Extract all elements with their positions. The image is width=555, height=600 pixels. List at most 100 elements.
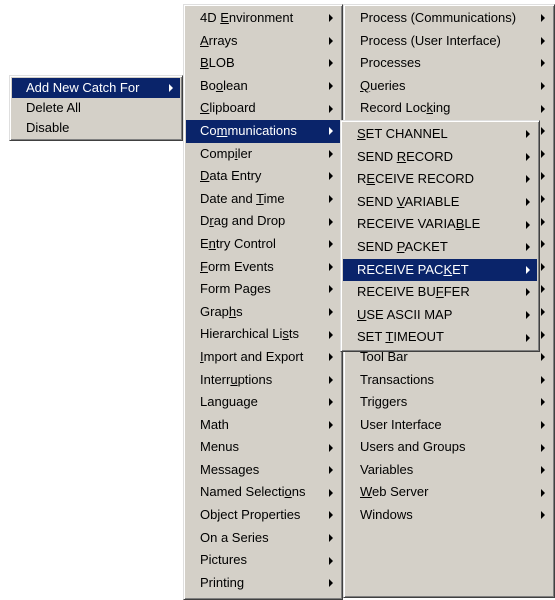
- submenu-arrow-icon: [329, 443, 333, 452]
- menu-item-label: ET CHANNEL: [365, 126, 448, 141]
- menu-item-record-locking[interactable]: Record Locking: [346, 97, 552, 120]
- menu-item-boolean[interactable]: Boolean: [186, 75, 340, 98]
- menu-item-delete-all[interactable]: Delete All: [12, 98, 180, 118]
- menu-item-mnemonic: Q: [360, 77, 371, 93]
- menu-item-label: ag and Drop: [213, 213, 286, 229]
- menu-item-label: lipboard: [209, 100, 256, 116]
- submenu-arrow-icon: [329, 353, 333, 362]
- menu-item-label: try Control: [215, 235, 276, 251]
- submenu-arrow-icon: [541, 375, 545, 384]
- menu-item-label: ptions: [237, 371, 273, 387]
- submenu-arrow-icon: [541, 14, 545, 23]
- menu-item-label: Variables: [360, 461, 414, 477]
- menu-item-label: ECORD: [406, 148, 454, 164]
- menu-item-label: Bo: [200, 77, 216, 93]
- submenu-arrow-icon: [541, 488, 545, 497]
- menu-item-label: munications: [227, 122, 297, 138]
- menu-item-menus[interactable]: Menus: [186, 436, 340, 459]
- menu-item-users-and-groups[interactable]: Users and Groups: [346, 436, 552, 459]
- menu-item-processes[interactable]: Processes: [346, 52, 552, 75]
- menu-item-label: LOB: [208, 55, 235, 71]
- menu-item-user-interface[interactable]: User Interface: [346, 414, 552, 437]
- menu-item-web-server[interactable]: Web Server: [346, 481, 552, 504]
- submenu-arrow-icon: [329, 308, 333, 317]
- menu-item-messages[interactable]: Messages: [186, 459, 340, 482]
- menu-item-label: SEND: [357, 148, 397, 164]
- submenu-arrow-icon: [329, 511, 333, 520]
- menu-item-printing[interactable]: Printing: [186, 572, 340, 595]
- menu-item-communications[interactable]: Communications: [186, 119, 340, 143]
- menu-item-process-communications[interactable]: Process (Communications): [346, 7, 552, 30]
- themes-menu: 4D Environment Arrays BLOB Boolean Clipboard…: [183, 4, 343, 600]
- menu-item-date-and-time[interactable]: Date and Time: [186, 188, 340, 211]
- menu-item-receive-packet[interactable]: RECEIVE PACKET: [343, 258, 537, 282]
- menu-item-set-timeout[interactable]: SET TIMEOUT: [343, 326, 537, 349]
- menu-item-interruptions[interactable]: Interruptions: [186, 369, 340, 392]
- submenu-arrow-icon: [329, 217, 333, 226]
- menu-item-label: Math: [200, 416, 229, 432]
- menu-item-4d-environment[interactable]: 4D Environment: [186, 7, 340, 30]
- menu-item-compiler[interactable]: Compiler: [186, 143, 340, 166]
- menu-item-label: ET: [452, 261, 469, 277]
- menu-item-triggers[interactable]: Triggers: [346, 391, 552, 414]
- menu-item-clipboard[interactable]: Clipboard: [186, 97, 340, 120]
- submenu-arrow-icon: [541, 36, 545, 45]
- menu-item-label: SEND: [357, 193, 397, 209]
- menu-item-disable[interactable]: Disable: [12, 118, 180, 138]
- submenu-arrow-icon: [329, 285, 333, 294]
- menu-item-receive-variable[interactable]: RECEIVE VARIABLE: [343, 213, 537, 236]
- menu-item-windows[interactable]: Windows: [346, 504, 552, 527]
- menu-item-language[interactable]: Language: [186, 391, 340, 414]
- menu-item-label: SET: [357, 329, 386, 345]
- menu-item-arrays[interactable]: Arrays: [186, 30, 340, 53]
- menu-item-label: Named Selecti: [200, 484, 285, 500]
- menu-item-form-events[interactable]: Form Events: [186, 256, 340, 279]
- menu-item-label: lean: [223, 77, 248, 93]
- menu-item-send-record[interactable]: SEND RECORD: [343, 146, 537, 169]
- menu-item-data-entry[interactable]: Data Entry: [186, 165, 340, 188]
- menu-item-object-properties[interactable]: Object Properties: [186, 504, 340, 527]
- menu-item-mnemonic: E: [220, 10, 229, 25]
- menu-item-named-selections[interactable]: Named Selections: [186, 481, 340, 504]
- menu-item-label: Processes: [360, 55, 421, 71]
- menu-item-label: Form Pages: [200, 281, 271, 297]
- menu-item-entry-control[interactable]: Entry Control: [186, 233, 340, 256]
- menu-item-drag-and-drop[interactable]: Drag and Drop: [186, 210, 340, 233]
- menu-item-send-packet[interactable]: SEND PACKET: [343, 236, 537, 259]
- menu-item-blob[interactable]: BLOB: [186, 52, 340, 75]
- menu-item-mnemonic: R: [396, 148, 407, 164]
- menu-item-label: Language: [200, 394, 258, 410]
- menu-item-label: Pictures: [200, 552, 247, 568]
- menu-item-queries[interactable]: Queries: [346, 75, 552, 98]
- menu-item-receive-record[interactable]: RECEIVE RECORD: [343, 168, 537, 191]
- menu-item-send-variable[interactable]: SEND VARIABLE: [343, 191, 537, 214]
- menu-item-label: CEIVE RECORD: [375, 171, 475, 187]
- menu-item-variables[interactable]: Variables: [346, 459, 552, 482]
- menu-item-process-user-interface[interactable]: Process (User Interface): [346, 30, 552, 53]
- submenu-arrow-icon: [169, 84, 173, 92]
- menu-item-form-pages[interactable]: Form Pages: [186, 278, 340, 301]
- menu-item-add-new-catch-for[interactable]: Add New Catch For: [12, 78, 180, 98]
- menu-item-receive-buffer[interactable]: RECEIVE BUFFER: [343, 281, 537, 304]
- menu-item-graphs[interactable]: Graphs: [186, 301, 340, 324]
- menu-item-hierarchical-lists[interactable]: Hierarchical Lists: [186, 323, 340, 346]
- menu-item-use-ascii-map[interactable]: USE ASCII MAP: [343, 304, 537, 327]
- submenu-arrow-icon: [541, 398, 545, 407]
- menu-item-on-a-series[interactable]: On a Series: [186, 527, 340, 550]
- menu-item-mnemonic: F: [200, 258, 208, 274]
- menu-item-transactions[interactable]: Transactions: [346, 369, 552, 392]
- submenu-arrow-icon: [541, 240, 545, 249]
- submenu-arrow-icon: [541, 149, 545, 158]
- submenu-arrow-icon: [541, 353, 545, 362]
- menu-item-label: nvironment: [228, 10, 294, 25]
- menu-item-label: 4D: [200, 10, 221, 25]
- menu-item-label: Date and: [200, 190, 257, 206]
- menu-item-mnemonic: n: [208, 235, 216, 251]
- menu-item-mnemonic: T: [256, 190, 264, 206]
- menu-item-import-and-export[interactable]: Import and Export: [186, 346, 340, 369]
- menu-item-mnemonic: E: [366, 171, 376, 187]
- menu-item-pictures[interactable]: Pictures: [186, 549, 340, 572]
- menu-item-label: ACKET: [404, 238, 448, 254]
- menu-item-set-channel[interactable]: SET CHANNEL: [343, 123, 537, 146]
- menu-item-math[interactable]: Math: [186, 414, 340, 437]
